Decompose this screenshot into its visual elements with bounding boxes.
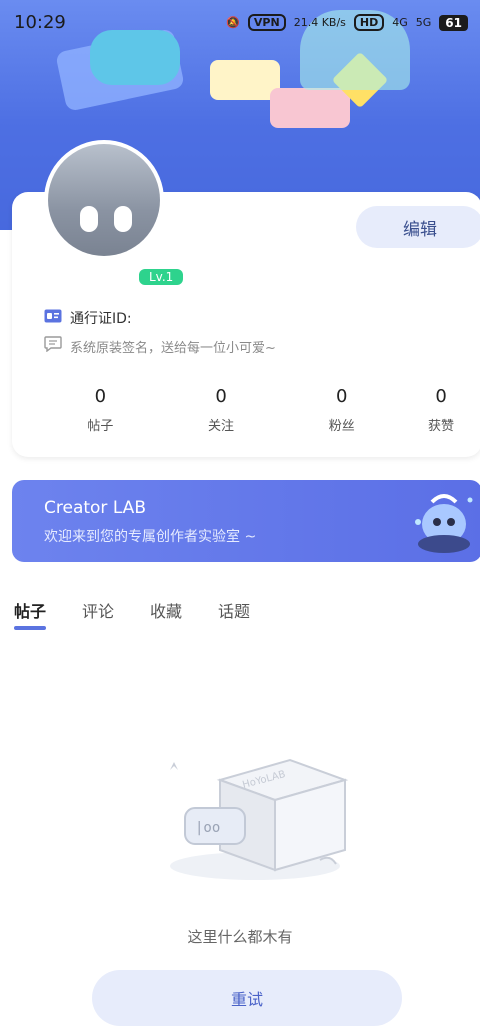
stat-label: 关注 (208, 419, 235, 434)
stats-row: 0 帖子 0 关注 0 粉丝 0 获赞 (40, 386, 480, 434)
comment-icon (44, 336, 62, 356)
tab-comments[interactable]: 评论 (82, 598, 114, 622)
stat-following[interactable]: 0 关注 (161, 386, 282, 434)
empty-message: 这里什么都木有 (187, 928, 293, 946)
signature-row: 系统原装签名，送给每一位小可爱~ (44, 336, 276, 356)
signal-4g: 4G (392, 16, 408, 29)
empty-box-illustration: HoYoLAB |oo (170, 758, 349, 880)
status-bar: 10:29 🔕 VPN 21.4 KB/s HD 4G 5G 61 (0, 0, 480, 52)
passport-id-label: 通行证ID: (70, 311, 132, 327)
tab-topics[interactable]: 话题 (218, 598, 250, 622)
tab-favorites[interactable]: 收藏 (150, 598, 182, 622)
stat-fans[interactable]: 0 粉丝 (281, 386, 402, 434)
banner-decor-block (270, 88, 350, 128)
status-time: 10:29 (14, 12, 66, 33)
bubble-text: |oo (195, 820, 220, 836)
vpn-badge: VPN (247, 14, 286, 31)
stat-value: 0 (435, 386, 447, 407)
stat-value: 0 (94, 386, 107, 407)
avatar-eye-left (80, 206, 98, 232)
stat-likes[interactable]: 0 获赞 (402, 386, 480, 434)
signal-5g: 5G (415, 16, 432, 29)
creator-lab-title: Creator LAB (44, 498, 146, 518)
creator-lab-banner[interactable]: Creator LAB 欢迎来到您的专属创作者实验室 ~ (12, 480, 480, 562)
hd-badge: HD (353, 14, 385, 31)
mascot-icon (415, 494, 473, 553)
tab-posts[interactable]: 帖子 (14, 598, 46, 622)
avatar[interactable] (44, 140, 164, 260)
avatar-eye-right (114, 206, 132, 232)
content-tabs: 帖子 评论 收藏 话题 (14, 598, 250, 622)
stat-posts[interactable]: 0 帖子 (40, 386, 161, 434)
signature-text: 系统原装签名，送给每一位小可爱~ (70, 340, 276, 356)
level-badge: Lv.1 (139, 269, 184, 285)
stat-label: 获赞 (428, 419, 455, 434)
creator-lab-subtitle: 欢迎来到您的专属创作者实验室 ~ (44, 529, 257, 545)
status-indicators: 🔕 VPN 21.4 KB/s HD 4G 5G 61 (226, 14, 468, 31)
active-tab-indicator (14, 626, 46, 630)
avatar-face (48, 144, 160, 256)
retry-button[interactable]: 重试 (92, 970, 402, 1026)
stat-value: 0 (215, 386, 227, 407)
stat-value: 0 (336, 386, 348, 407)
id-card-icon (44, 309, 62, 327)
stat-label: 帖子 (87, 419, 114, 434)
edit-profile-button[interactable]: 编辑 (356, 206, 480, 248)
passport-id-row: 通行证ID: (44, 308, 132, 328)
mute-icon: 🔕 (226, 16, 240, 29)
net-speed: 21.4 KB/s (293, 16, 346, 29)
stat-label: 粉丝 (328, 419, 355, 434)
battery-level: 61 (439, 14, 468, 31)
